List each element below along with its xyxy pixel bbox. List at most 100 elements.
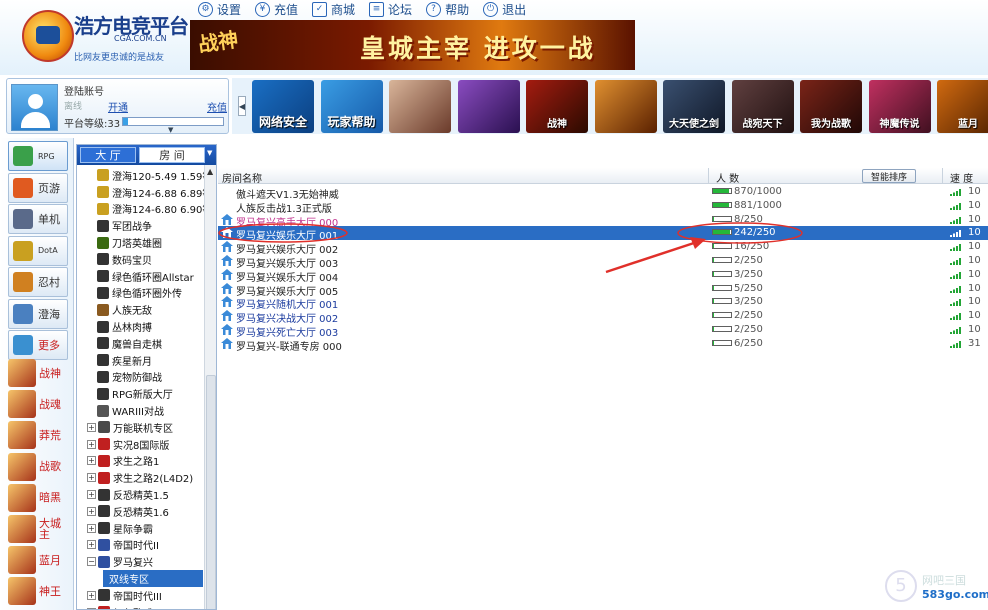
- category-tab[interactable]: 单机: [8, 204, 68, 234]
- nav-item-help[interactable]: ? 帮助: [426, 1, 469, 18]
- room-row[interactable]: 罗马复兴随机大厅 001 3/250 10: [218, 295, 988, 311]
- col-speed[interactable]: 速 度: [950, 170, 973, 185]
- game-tile[interactable]: 蓝月: [937, 80, 988, 133]
- tree-item[interactable]: + 万能联机专区: [77, 419, 203, 436]
- game-tab[interactable]: 战神: [8, 358, 70, 388]
- nav-item-list[interactable]: ≡ 论坛: [369, 1, 412, 18]
- game-tile[interactable]: 我为战歌: [800, 80, 862, 133]
- room-row[interactable]: 罗马复兴死亡大厅 003 2/250 10: [218, 323, 988, 339]
- room-row[interactable]: 罗马复兴高手大厅 000 8/250 10: [218, 213, 988, 229]
- tab-hall[interactable]: 大 厅: [80, 147, 136, 163]
- game-tab[interactable]: 神王: [8, 576, 70, 606]
- tree-item[interactable]: 数码宝贝: [77, 251, 203, 268]
- tree-item[interactable]: 澄海120-5.49 1.59等丸: [77, 167, 216, 184]
- logo[interactable]: 浩方电竞平台 CGA.COM.CN 比网友更忠诚的是战友: [12, 6, 197, 68]
- room-row[interactable]: 罗马复兴娱乐大厅 003 2/250 10: [218, 254, 988, 270]
- game-tile[interactable]: 玩家帮助: [320, 80, 383, 133]
- room-row[interactable]: 罗马复兴娱乐大厅 002 16/250 10: [218, 240, 988, 256]
- category-tab[interactable]: 更多: [8, 330, 68, 360]
- nav-item-cart[interactable]: ✓ 商城: [312, 1, 355, 18]
- category-tab[interactable]: DotA: [8, 235, 68, 266]
- room-row[interactable]: 罗马复兴娱乐大厅 004 3/250 10: [218, 268, 988, 284]
- game-tile[interactable]: 战宛天下: [731, 80, 794, 133]
- tree-item[interactable]: 宠物防御战: [77, 369, 203, 386]
- expand-icon[interactable]: +: [87, 506, 96, 516]
- category-tab[interactable]: 忍村: [8, 267, 68, 297]
- tree-item[interactable]: + 反恐精英1.6: [77, 503, 203, 520]
- room-row[interactable]: 罗马复兴娱乐大厅 005 5/250 10: [218, 282, 988, 298]
- expand-arrow-icon[interactable]: ▼: [168, 126, 173, 134]
- room-row[interactable]: 人族反击战1.3正式版 881/1000 10: [218, 199, 988, 215]
- nav-item-power[interactable]: ⏻ 退出: [483, 1, 526, 18]
- tree-item[interactable]: 人族无敌: [77, 301, 203, 318]
- room-speed: 10: [968, 296, 981, 308]
- tree-item[interactable]: + 实况8国际版: [77, 436, 203, 453]
- col-count[interactable]: 人 数: [716, 170, 739, 185]
- tree-item[interactable]: − 罗马复兴: [77, 553, 203, 570]
- nav-item-yen[interactable]: ¥ 充值: [255, 1, 298, 18]
- tree-item[interactable]: + 帝国时代II: [77, 537, 203, 554]
- tree-item[interactable]: 绿色循环圈外传: [77, 285, 203, 302]
- ad-banner[interactable]: 战神 皇城主宰 进攻一战: [190, 20, 635, 70]
- tree-item[interactable]: + 求生之路2(L4D2): [77, 469, 203, 486]
- tree-item[interactable]: 军团战争: [77, 217, 203, 234]
- expand-icon[interactable]: +: [87, 523, 96, 533]
- game-tile[interactable]: 神魔传说: [868, 80, 931, 133]
- tab-room[interactable]: 房 间: [139, 147, 205, 163]
- game-tile[interactable]: [594, 80, 657, 133]
- tree-scroll-thumb[interactable]: [206, 375, 216, 609]
- game-tab[interactable]: 暗黑: [8, 483, 70, 513]
- tree-scrollbar[interactable]: ▲: [204, 165, 216, 609]
- tree-item[interactable]: +红色警戒: [77, 604, 203, 609]
- col-room-name[interactable]: 房间名称: [222, 170, 262, 185]
- room-row[interactable]: 罗马复兴-联通专房 000 6/250 31: [218, 337, 988, 353]
- room-row[interactable]: 罗马复兴娱乐大厅 001 242/250 10: [218, 226, 988, 242]
- tree-item[interactable]: 澄海124-6.88 6.89等: [77, 184, 212, 201]
- tree-item[interactable]: + 反恐精英1.5: [77, 486, 203, 503]
- expand-icon[interactable]: +: [87, 473, 96, 483]
- expand-icon[interactable]: +: [87, 590, 96, 600]
- avatar[interactable]: [11, 84, 58, 131]
- game-tab[interactable]: 蓝月: [8, 545, 70, 575]
- smart-sort-button[interactable]: 智能排序: [862, 169, 916, 183]
- scroll-up-icon[interactable]: ▲: [207, 167, 213, 176]
- recharge-link[interactable]: 充值: [207, 99, 227, 114]
- tab-dropdown-icon[interactable]: ▼: [207, 149, 216, 161]
- expand-icon[interactable]: +: [87, 540, 96, 550]
- expand-icon[interactable]: +: [87, 490, 96, 500]
- tree-item-selected[interactable]: 双线专区: [103, 570, 203, 587]
- yen-icon: ¥: [255, 1, 271, 17]
- tree-item[interactable]: 魔兽自走棋: [77, 335, 203, 352]
- tree-item[interactable]: + 星际争霸: [77, 520, 203, 537]
- strip-left-arrow-icon[interactable]: ◀: [238, 96, 246, 116]
- game-tile[interactable]: [389, 80, 451, 133]
- game-tile[interactable]: [457, 80, 520, 133]
- expand-icon[interactable]: +: [87, 439, 96, 449]
- expand-icon[interactable]: +: [87, 456, 96, 466]
- tree-item[interactable]: 澄海124-6.80 6.90等: [77, 201, 212, 218]
- game-tab[interactable]: 战魂: [8, 389, 70, 419]
- game-tab[interactable]: 战歌: [8, 452, 70, 482]
- expand-icon[interactable]: +: [87, 422, 96, 432]
- tree-item[interactable]: + 帝国时代III: [77, 587, 203, 604]
- open-link[interactable]: 开通: [108, 99, 128, 114]
- collapse-icon[interactable]: −: [87, 557, 96, 567]
- game-tab[interactable]: 大城主: [8, 514, 70, 544]
- nav-item-gear[interactable]: ⚙ 设置: [198, 1, 241, 18]
- tree-item[interactable]: + 求生之路1: [77, 453, 203, 470]
- tree-item[interactable]: 绿色循环圈Allstar: [77, 268, 203, 285]
- game-tile[interactable]: 大天使之剑: [663, 80, 725, 133]
- tree-item[interactable]: 丛林肉搏: [77, 318, 203, 335]
- tree-item[interactable]: 刀塔英雄圈: [77, 234, 203, 251]
- tree-item[interactable]: 疾星新月: [77, 352, 203, 369]
- tree-item[interactable]: RPG新版大厅: [77, 385, 203, 402]
- room-row[interactable]: 罗马复兴决战大厅 002 2/250 10: [218, 309, 988, 325]
- room-row[interactable]: 傲斗遮天V1.3无始神威 870/1000 10: [218, 185, 988, 201]
- category-tab[interactable]: 澄海: [8, 298, 68, 329]
- game-tile[interactable]: 网络安全: [252, 80, 314, 133]
- game-tab[interactable]: 莽荒: [8, 420, 70, 450]
- game-tile[interactable]: 战神: [526, 80, 588, 133]
- category-tab[interactable]: RPG: [8, 141, 68, 171]
- category-tab[interactable]: 页游: [8, 172, 68, 203]
- tree-item[interactable]: WARIII对战: [77, 402, 203, 419]
